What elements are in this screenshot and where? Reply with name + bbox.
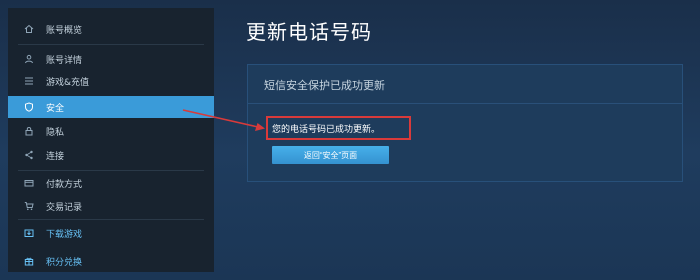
sidebar-item-label: 付款方式 — [46, 179, 83, 190]
sidebar-item-label: 账号详情 — [46, 55, 83, 66]
card-icon — [18, 172, 40, 194]
sidebar-item-label: 积分兑换 — [46, 257, 83, 268]
divider — [18, 44, 204, 45]
sidebar-item-payment-methods[interactable]: 付款方式 — [8, 172, 214, 194]
divider — [18, 219, 204, 220]
sidebar-item-label: 隐私 — [46, 127, 65, 138]
sidebar-item-account-details[interactable]: 账号详情 — [8, 48, 214, 70]
share-icon — [18, 144, 40, 166]
sidebar-item-label: 账号概览 — [46, 25, 83, 36]
download-icon — [18, 222, 40, 244]
highlight-box: 您的电话号码已成功更新。 — [266, 116, 411, 140]
sidebar-item-label: 游戏&充值 — [46, 77, 90, 88]
page-title: 更新电话号码 — [246, 20, 372, 44]
divider — [248, 103, 682, 104]
lock-icon — [18, 120, 40, 142]
user-icon — [18, 48, 40, 70]
sidebar-item-account-overview[interactable]: 账号概览 — [8, 18, 214, 40]
sidebar-item-label: 交易记录 — [46, 202, 83, 213]
gift-icon — [18, 250, 40, 272]
sidebar-item-label: 安全 — [46, 103, 65, 114]
home-icon — [18, 18, 40, 40]
sidebar-item-privacy[interactable]: 隐私 — [8, 120, 214, 142]
card-heading: 短信安全保护已成功更新 — [264, 79, 385, 92]
sidebar-item-connections[interactable]: 连接 — [8, 144, 214, 166]
sidebar-item-security[interactable]: 安全 — [8, 96, 214, 118]
cart-icon — [18, 195, 40, 217]
sidebar-item-label: 下载游戏 — [46, 229, 83, 240]
sidebar: 账号概览 账号详情 游戏&充值 安全 隐私 连接 付款方式 交易记录 下载游戏 … — [8, 8, 214, 272]
list-icon — [18, 70, 40, 92]
sidebar-item-transaction-history[interactable]: 交易记录 — [8, 195, 214, 217]
sidebar-item-points-exchange[interactable]: 积分兑换 — [8, 250, 214, 272]
sidebar-item-games-recharge[interactable]: 游戏&充值 — [8, 70, 214, 92]
divider — [18, 170, 204, 171]
sidebar-item-label: 连接 — [46, 151, 65, 162]
success-message: 您的电话号码已成功更新。 — [272, 124, 381, 135]
shield-icon — [18, 96, 40, 118]
result-card: 短信安全保护已成功更新 您的电话号码已成功更新。 返回“安全”页面 — [247, 64, 683, 182]
return-to-security-button[interactable]: 返回“安全”页面 — [272, 146, 389, 164]
sidebar-item-download-games[interactable]: 下载游戏 — [8, 222, 214, 244]
